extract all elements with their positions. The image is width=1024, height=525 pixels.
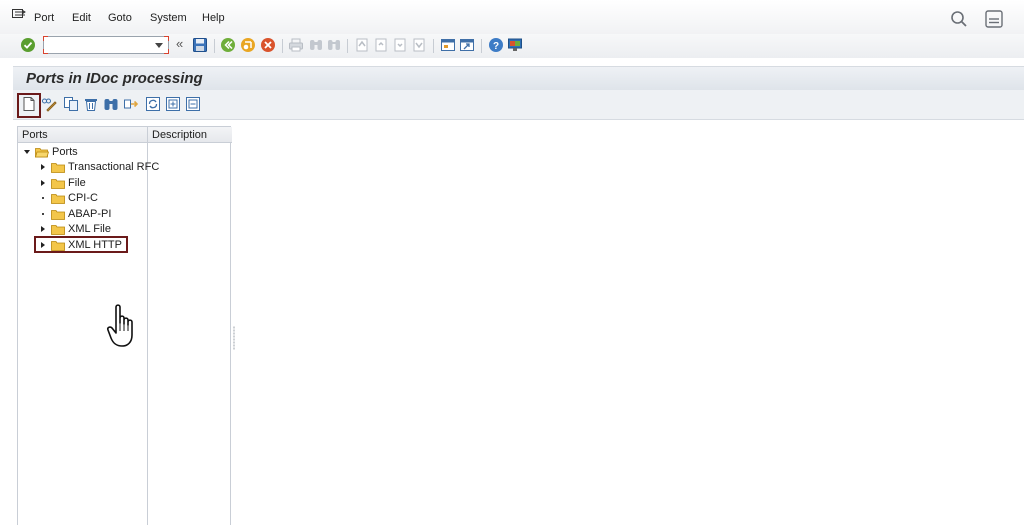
tree-node-xml-http[interactable]: XML HTTP: [38, 238, 122, 252]
delete-icon[interactable]: [83, 96, 99, 112]
menu-toggle-icon[interactable]: [12, 9, 26, 21]
menu-bar: Port Edit Goto System Help: [0, 0, 1024, 34]
tree-node-label: CPI-C: [68, 192, 98, 204]
save-icon[interactable]: [192, 37, 208, 53]
folder-icon: [51, 162, 65, 173]
page-title: Ports in IDoc processing: [26, 70, 203, 87]
customize-gui-icon[interactable]: [507, 37, 523, 53]
column-header-ports[interactable]: Ports: [22, 129, 48, 141]
search-icon[interactable]: [950, 10, 968, 28]
new-session-icon[interactable]: [440, 37, 456, 53]
panel-splitter[interactable]: [233, 326, 235, 350]
folder-icon: [51, 224, 65, 235]
folder-icon: [51, 193, 65, 204]
shortcut-icon[interactable]: [459, 37, 475, 53]
back-icon[interactable]: [220, 37, 236, 53]
help-icon[interactable]: ?: [488, 37, 504, 53]
tree-node-label: File: [68, 177, 86, 189]
tree-header: Ports Description: [18, 127, 232, 143]
command-input[interactable]: [50, 37, 154, 53]
expanded-triangle-icon[interactable]: [22, 150, 32, 154]
first-page-icon[interactable]: [354, 37, 370, 53]
column-header-description[interactable]: Description: [152, 129, 207, 141]
find-binoculars-icon[interactable]: [103, 96, 119, 112]
hand-cursor-icon: [107, 304, 133, 347]
find-next-icon[interactable]: [326, 37, 342, 53]
tree-node-label: XML HTTP: [68, 239, 122, 251]
chevron-down-icon[interactable]: [155, 43, 163, 48]
menu-help[interactable]: Help: [202, 12, 225, 24]
enter-check-icon[interactable]: [20, 37, 36, 53]
leaf-dot-icon: [38, 197, 48, 199]
expand-command-icon[interactable]: «: [176, 36, 183, 51]
svg-text:?: ?: [493, 41, 499, 52]
collapsed-triangle-icon[interactable]: [38, 226, 48, 232]
find-icon[interactable]: [308, 37, 324, 53]
title-bar: Ports in IDoc processing: [13, 66, 1024, 90]
menu-edit[interactable]: Edit: [72, 12, 91, 24]
refresh-icon[interactable]: [145, 96, 161, 112]
collapsed-triangle-icon[interactable]: [38, 242, 48, 248]
change-icon[interactable]: [41, 96, 57, 112]
folder-icon: [51, 178, 65, 189]
copy-icon[interactable]: [63, 96, 79, 112]
last-page-icon[interactable]: [411, 37, 427, 53]
tree-node-label: ABAP-PI: [68, 208, 112, 220]
column-divider[interactable]: [147, 127, 148, 525]
customize-layout-icon[interactable]: [985, 10, 1003, 28]
tree-node-xml-file[interactable]: XML File: [38, 222, 111, 236]
tree-node-cpi-c[interactable]: CPI-C: [38, 191, 98, 205]
application-toolbar: [13, 90, 1024, 120]
tree-node-transactional-rfc[interactable]: Transactional RFC: [38, 160, 159, 174]
tree-node-label: XML File: [68, 223, 111, 235]
folder-icon: [51, 209, 65, 220]
expand-all-icon[interactable]: [165, 96, 181, 112]
menu-goto[interactable]: Goto: [108, 12, 132, 24]
collapsed-triangle-icon[interactable]: [38, 164, 48, 170]
menu-port[interactable]: Port: [34, 12, 54, 24]
where-used-icon[interactable]: [123, 96, 139, 112]
tree-node-label: Ports: [52, 146, 78, 158]
tree-node-ports-root[interactable]: Ports: [22, 145, 78, 159]
print-icon[interactable]: [288, 37, 304, 53]
collapse-all-icon[interactable]: [185, 96, 201, 112]
open-folder-icon: [35, 147, 49, 157]
tree-node-file[interactable]: File: [38, 176, 86, 190]
leaf-dot-icon: [38, 213, 48, 215]
folder-icon: [51, 240, 65, 251]
tree-node-abap-pi[interactable]: ABAP-PI: [38, 207, 111, 221]
menu-system[interactable]: System: [150, 12, 187, 24]
command-field[interactable]: [43, 36, 169, 54]
next-page-icon[interactable]: [392, 37, 408, 53]
previous-page-icon[interactable]: [373, 37, 389, 53]
cancel-icon[interactable]: [260, 37, 276, 53]
create-icon[interactable]: [21, 96, 37, 112]
exit-icon[interactable]: [240, 37, 256, 53]
collapsed-triangle-icon[interactable]: [38, 180, 48, 186]
tree-node-label: Transactional RFC: [68, 161, 160, 173]
